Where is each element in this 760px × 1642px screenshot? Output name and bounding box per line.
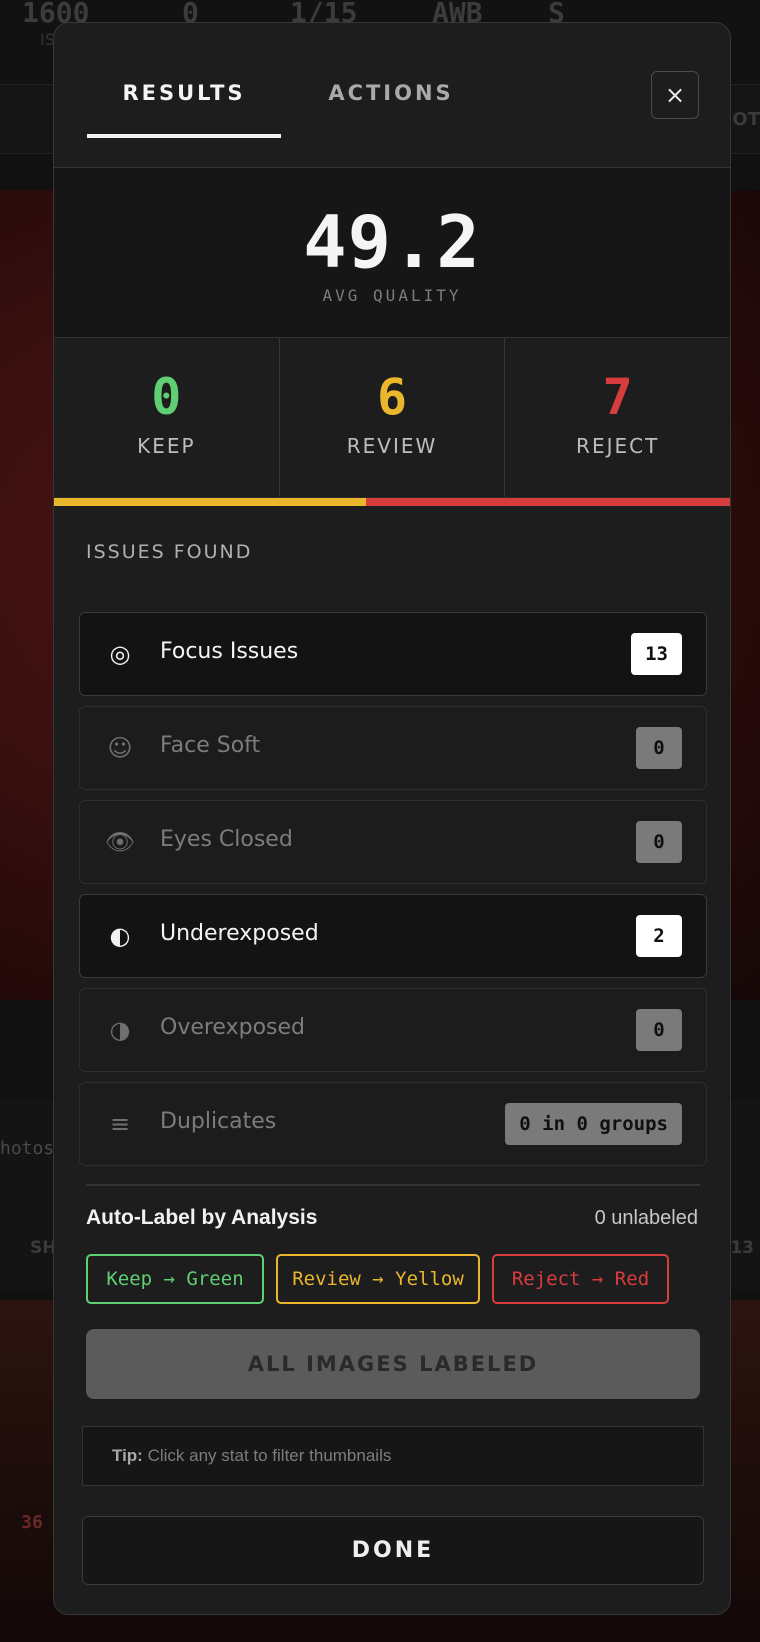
distribution-review-segment xyxy=(54,498,366,506)
stat-reject[interactable]: 7 REJECT xyxy=(505,338,730,497)
tab-results[interactable]: RESULTS xyxy=(87,81,281,161)
issue-count-badge: 0 in 0 groups xyxy=(505,1103,682,1145)
done-button[interactable]: DONE xyxy=(82,1516,704,1585)
tab-bar: RESULTS ACTIONS × xyxy=(54,23,730,168)
stat-keep-label: KEEP xyxy=(137,434,196,458)
issue-row[interactable]: ◑ Overexposed 0 xyxy=(79,988,707,1072)
issue-name: Focus Issues xyxy=(160,639,299,664)
smiley-face-icon: ☺ xyxy=(107,734,133,762)
issue-row[interactable]: 👁 Eyes Closed 0 xyxy=(79,800,707,884)
issue-row[interactable]: ≡ Duplicates 0 in 0 groups xyxy=(79,1082,707,1166)
strip-label: hotos xyxy=(0,1138,55,1159)
stat-reject-label: REJECT xyxy=(576,434,660,458)
results-modal: RESULTS ACTIONS × 49.2 AVG QUALITY 0 KEE… xyxy=(53,22,731,1615)
issue-count-badge: 0 xyxy=(636,727,682,769)
stat-keep-value: 0 xyxy=(151,368,182,426)
tip-box: Tip: Click any stat to filter thumbnails xyxy=(82,1426,704,1486)
reject-to-red-button[interactable]: Reject → Red xyxy=(492,1254,669,1304)
issue-name: Duplicates xyxy=(160,1109,277,1134)
stat-review-value: 6 xyxy=(376,368,408,426)
keep-to-green-button[interactable]: Keep → Green xyxy=(86,1254,264,1304)
issue-name: Face Soft xyxy=(160,733,261,758)
issue-row[interactable]: ◎ Focus Issues 13 xyxy=(79,612,707,696)
distribution-bar xyxy=(54,498,730,506)
tip-text: Click any stat to filter thumbnails xyxy=(147,1446,392,1465)
issues-found-heading: ISSUES FOUND xyxy=(86,541,253,563)
eye-icon: 👁 xyxy=(104,828,136,856)
half-circle-right-icon: ◑ xyxy=(109,1016,131,1044)
issue-count-badge: 13 xyxy=(631,633,682,675)
close-button[interactable]: × xyxy=(651,71,699,119)
issue-row[interactable]: ☺ Face Soft 0 xyxy=(79,706,707,790)
close-icon: × xyxy=(664,81,686,109)
auto-label-title: Auto-Label by Analysis xyxy=(86,1206,318,1229)
issue-count-badge: 0 xyxy=(636,821,682,863)
issue-row[interactable]: ◐ Underexposed 2 xyxy=(79,894,707,978)
issue-name: Eyes Closed xyxy=(160,827,293,852)
avg-quality-panel: 49.2 AVG QUALITY xyxy=(54,168,730,338)
stat-keep[interactable]: 0 KEEP xyxy=(54,338,280,497)
strip-count-label: 13 xyxy=(730,1238,754,1258)
tip-prefix: Tip: xyxy=(112,1446,143,1465)
stack-lines-icon: ≡ xyxy=(109,1110,131,1138)
unlabeled-count: 0 unlabeled xyxy=(594,1207,698,1229)
stats-row: 0 KEEP 6 REVIEW 7 REJECT xyxy=(54,338,730,498)
tab-actions[interactable]: ACTIONS xyxy=(316,81,466,161)
thumbnail-number: 36 xyxy=(12,1506,52,1540)
issue-count-badge: 2 xyxy=(636,915,682,957)
avg-quality-value: 49.2 xyxy=(303,200,481,284)
half-circle-left-icon: ◐ xyxy=(109,922,131,950)
stat-review-label: REVIEW xyxy=(346,434,438,458)
target-icon: ◎ xyxy=(109,640,131,668)
all-images-labeled-button: ALL IMAGES LABELED xyxy=(86,1329,700,1399)
stat-review[interactable]: 6 REVIEW xyxy=(280,338,506,497)
active-tab-indicator xyxy=(87,134,281,138)
stat-reject-value: 7 xyxy=(602,368,633,426)
issue-name: Underexposed xyxy=(160,921,319,946)
distribution-reject-segment xyxy=(366,498,730,506)
avg-quality-label: AVG QUALITY xyxy=(322,286,462,305)
toolbar-right-label: OT xyxy=(732,109,760,130)
review-to-yellow-button[interactable]: Review → Yellow xyxy=(276,1254,480,1304)
section-divider xyxy=(86,1184,700,1186)
issue-name: Overexposed xyxy=(160,1015,305,1040)
issue-count-badge: 0 xyxy=(636,1009,682,1051)
